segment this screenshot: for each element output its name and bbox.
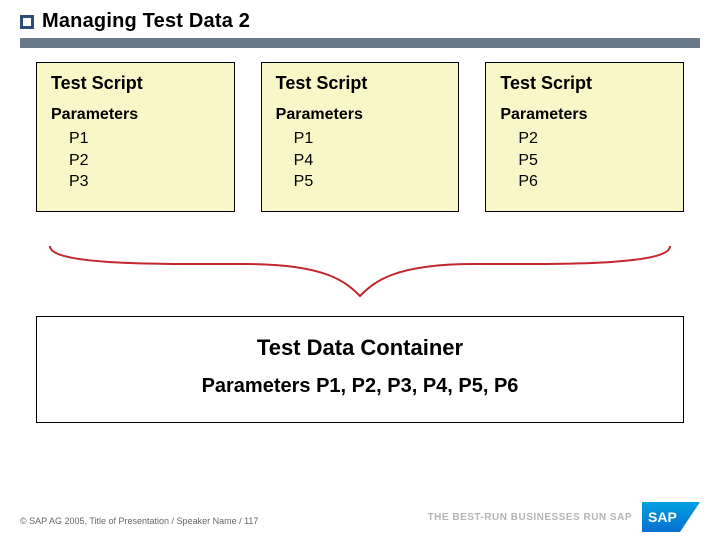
container-heading: Test Data Container (49, 335, 671, 361)
params-label: Parameters (500, 106, 669, 124)
footer-copyright: © SAP AG 2005, Title of Presentation / S… (20, 516, 258, 526)
param-item: P3 (51, 171, 220, 193)
param-item: P5 (500, 150, 669, 172)
param-item: P1 (51, 128, 220, 150)
script-heading: Test Script (51, 73, 220, 94)
param-item: P2 (51, 150, 220, 172)
svg-text:SAP: SAP (648, 509, 677, 525)
title-bar: Managing Test Data 2 (20, 10, 250, 33)
slide-root: Managing Test Data 2 Test Script Paramet… (0, 0, 720, 540)
tagline-text: THE BEST-RUN BUSINESSES RUN SAP (428, 512, 632, 523)
param-item: P4 (276, 150, 445, 172)
slide-title: Managing Test Data 2 (42, 10, 250, 33)
param-item: P5 (276, 171, 445, 193)
test-script-card: Test Script Parameters P1 P2 P3 (36, 62, 235, 212)
test-script-card: Test Script Parameters P1 P4 P5 (261, 62, 460, 212)
params-label: Parameters (276, 106, 445, 124)
footer-branding: THE BEST-RUN BUSINESSES RUN SAP SAP (428, 502, 700, 532)
test-script-card: Test Script Parameters P2 P5 P6 (485, 62, 684, 212)
test-scripts-row: Test Script Parameters P1 P2 P3 Test Scr… (36, 62, 684, 212)
test-data-container-box: Test Data Container Parameters P1, P2, P… (36, 316, 684, 423)
param-item: P6 (500, 171, 669, 193)
script-heading: Test Script (276, 73, 445, 94)
param-item: P2 (500, 128, 669, 150)
sap-logo-icon: SAP (642, 502, 700, 532)
copyright-text: © SAP AG 2005, Title of Presentation / S… (20, 516, 258, 526)
script-heading: Test Script (500, 73, 669, 94)
title-divider (20, 38, 700, 48)
title-bullet-square-icon (20, 15, 34, 29)
params-label: Parameters (51, 106, 220, 124)
curly-brace-connector-icon (46, 242, 674, 302)
container-params-line: Parameters P1, P2, P3, P4, P5, P6 (49, 375, 671, 398)
param-item: P1 (276, 128, 445, 150)
